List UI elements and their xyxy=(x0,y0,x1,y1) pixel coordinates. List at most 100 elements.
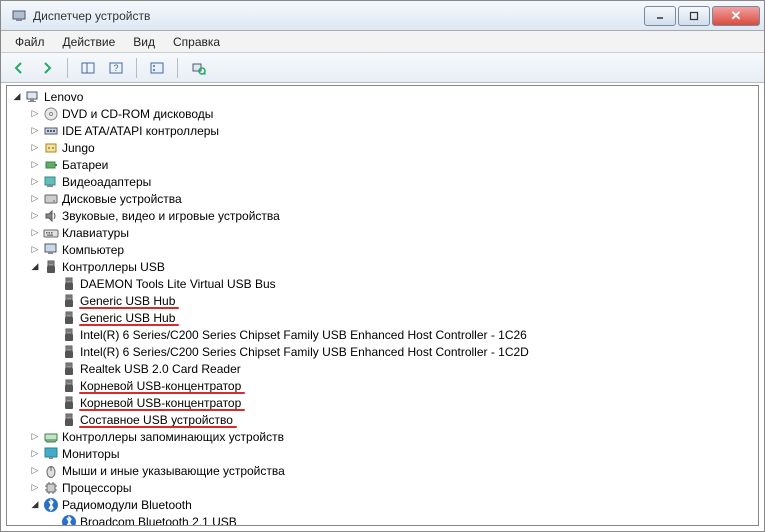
show-hide-button[interactable] xyxy=(76,56,100,80)
no-arrow xyxy=(47,380,59,392)
tree-category-14[interactable]: ◢ Радиомодули Bluetooth xyxy=(7,496,758,513)
tree-item-label: IDE ATA/ATAPI контроллеры xyxy=(61,124,219,138)
menu-help[interactable]: Справка xyxy=(165,33,228,51)
menu-file[interactable]: Файл xyxy=(7,33,53,51)
mem-icon xyxy=(43,429,59,445)
tree-category-10[interactable]: ▷Контроллеры запоминающих устройств xyxy=(7,428,758,445)
tree-category-8[interactable]: ▷ Компьютер xyxy=(7,241,758,258)
tree-device-9-3[interactable]: Intel(R) 6 Series/C200 Series Chipset Fa… xyxy=(7,326,758,343)
window-controls: ✕ xyxy=(642,6,760,26)
collapse-arrow-icon[interactable]: ◢ xyxy=(29,499,41,511)
tree-category-5[interactable]: ▷Дисковые устройства xyxy=(7,190,758,207)
tree-category-1[interactable]: ▷ IDE ATA/ATAPI контроллеры xyxy=(7,122,758,139)
no-arrow xyxy=(47,312,59,324)
tree-device-9-5[interactable]: Realtek USB 2.0 Card Reader xyxy=(7,360,758,377)
tree-item-label: Мониторы xyxy=(61,447,119,461)
tree-device-9-0[interactable]: DAEMON Tools Lite Virtual USB Bus xyxy=(7,275,758,292)
collapse-arrow-icon[interactable]: ◢ xyxy=(29,261,41,273)
menu-view[interactable]: Вид xyxy=(125,33,163,51)
usb-icon xyxy=(61,327,77,343)
tree-category-0[interactable]: ▷DVD и CD-ROM дисководы xyxy=(7,105,758,122)
tree-category-6[interactable]: ▷ Звуковые, видео и игровые устройства xyxy=(7,207,758,224)
expand-arrow-icon[interactable]: ▷ xyxy=(29,244,41,256)
tree-device-9-1[interactable]: Generic USB Hub xyxy=(7,292,758,309)
expand-arrow-icon[interactable]: ▷ xyxy=(29,482,41,494)
no-arrow xyxy=(47,363,59,375)
svg-text:?: ? xyxy=(113,63,118,73)
snd-icon xyxy=(43,208,59,224)
tree-device-9-6[interactable]: Корневой USB-концентратор xyxy=(7,377,758,394)
kbd-icon xyxy=(43,225,59,241)
scan-button[interactable] xyxy=(186,56,210,80)
expand-arrow-icon[interactable]: ▷ xyxy=(29,431,41,443)
tree-item-label: Lenovo xyxy=(43,90,83,104)
tree-device-9-4[interactable]: Intel(R) 6 Series/C200 Series Chipset Fa… xyxy=(7,343,758,360)
expand-arrow-icon[interactable]: ▷ xyxy=(29,227,41,239)
expand-arrow-icon[interactable]: ▷ xyxy=(29,176,41,188)
tree-item-label: Компьютер xyxy=(61,243,124,257)
tree-category-13[interactable]: ▷Процессоры xyxy=(7,479,758,496)
usb-icon xyxy=(61,378,77,394)
comp-icon xyxy=(43,242,59,258)
tree-category-9[interactable]: ◢Контроллеры USB xyxy=(7,258,758,275)
pc-icon xyxy=(25,89,41,105)
no-arrow xyxy=(47,295,59,307)
usb-icon xyxy=(61,412,77,428)
close-button[interactable]: ✕ xyxy=(712,6,760,26)
help-button[interactable]: ? xyxy=(104,56,128,80)
tree-device-9-2[interactable]: Generic USB Hub xyxy=(7,309,758,326)
minimize-button[interactable] xyxy=(644,6,676,26)
tree-category-4[interactable]: ▷Видеоадаптеры xyxy=(7,173,758,190)
tree-device-14-0[interactable]: Broadcom Bluetooth 2.1 USB xyxy=(7,513,758,526)
tree-item-label: Generic USB Hub xyxy=(79,294,175,308)
tree-category-2[interactable]: ▷Jungo xyxy=(7,139,758,156)
window-title: Диспетчер устройств xyxy=(33,9,642,23)
tree-item-label: Intel(R) 6 Series/C200 Series Chipset Fa… xyxy=(79,328,527,342)
tree-item-label: Корневой USB-концентратор xyxy=(79,379,241,393)
no-arrow xyxy=(47,329,59,341)
cpu-icon xyxy=(43,480,59,496)
tree-item-label: Broadcom Bluetooth 2.1 USB xyxy=(79,515,237,527)
tree-category-3[interactable]: ▷ Батареи xyxy=(7,156,758,173)
toolbar-separator xyxy=(67,58,68,78)
ide-icon xyxy=(43,123,59,139)
app-icon xyxy=(11,8,27,24)
tree-item-label: Батареи xyxy=(61,158,108,172)
tree-item-label: Корневой USB-концентратор xyxy=(79,396,241,410)
tree-device-9-8[interactable]: Составное USB устройство xyxy=(7,411,758,428)
tree-category-11[interactable]: ▷ Мониторы xyxy=(7,445,758,462)
forward-button[interactable] xyxy=(35,56,59,80)
maximize-button[interactable] xyxy=(678,6,710,26)
tree-item-label: Радиомодули Bluetooth xyxy=(61,498,192,512)
expand-arrow-icon[interactable]: ▷ xyxy=(29,448,41,460)
tree-device-9-7[interactable]: Корневой USB-концентратор xyxy=(7,394,758,411)
device-tree[interactable]: ◢Lenovo▷DVD и CD-ROM дисководы▷IDE ATA/A… xyxy=(6,85,759,526)
tree-item-label: Клавиатуры xyxy=(61,226,129,240)
usb-icon xyxy=(61,310,77,326)
expand-arrow-icon[interactable]: ▷ xyxy=(29,159,41,171)
usb-icon xyxy=(61,395,77,411)
expand-arrow-icon[interactable]: ▷ xyxy=(29,465,41,477)
back-button[interactable] xyxy=(7,56,31,80)
expand-arrow-icon[interactable]: ▷ xyxy=(29,125,41,137)
menu-action[interactable]: Действие xyxy=(55,33,124,51)
expand-arrow-icon[interactable]: ▷ xyxy=(29,210,41,222)
usb-icon xyxy=(61,276,77,292)
tree-item-label: DAEMON Tools Lite Virtual USB Bus xyxy=(79,277,276,291)
tree-category-12[interactable]: ▷Мыши и иные указывающие устройства xyxy=(7,462,758,479)
menubar: Файл Действие Вид Справка xyxy=(1,31,764,53)
tree-item-label: Звуковые, видео и игровые устройства xyxy=(61,209,280,223)
no-arrow xyxy=(47,397,59,409)
properties-button[interactable] xyxy=(145,56,169,80)
tree-category-7[interactable]: ▷ Клавиатуры xyxy=(7,224,758,241)
jungo-icon xyxy=(43,140,59,156)
toolbar-separator-2 xyxy=(136,58,137,78)
no-arrow xyxy=(47,414,59,426)
titlebar: Диспетчер устройств ✕ xyxy=(1,1,764,31)
expand-arrow-icon[interactable]: ▷ xyxy=(29,142,41,154)
disk-icon xyxy=(43,191,59,207)
expand-arrow-icon[interactable]: ▷ xyxy=(29,193,41,205)
collapse-arrow-icon[interactable]: ◢ xyxy=(11,91,23,103)
tree-root[interactable]: ◢ Lenovo xyxy=(7,88,758,105)
expand-arrow-icon[interactable]: ▷ xyxy=(29,108,41,120)
